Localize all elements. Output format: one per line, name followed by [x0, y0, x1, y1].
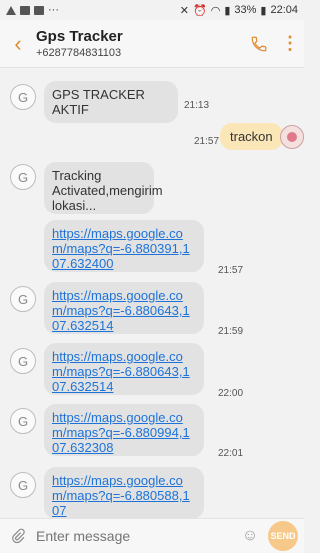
battery-icon: ▮: [260, 4, 267, 17]
more-vert-icon[interactable]: ⋮: [276, 20, 304, 68]
user-avatar[interactable]: [280, 125, 304, 149]
back-arrow-icon[interactable]: ‹: [0, 20, 36, 68]
battery-percent: 33%: [234, 4, 257, 16]
wifi-icon: ◠: [210, 4, 221, 17]
message-bubble-outgoing[interactable]: trackon: [220, 123, 283, 150]
message-bubble-incoming[interactable]: GPS TRACKER AKTIF: [44, 81, 178, 123]
signal-icon: ▮: [224, 4, 231, 17]
message-input[interactable]: [30, 523, 236, 549]
contact-avatar[interactable]: G: [10, 408, 36, 434]
message-link[interactable]: https://maps.google.com/maps?q=-6.880588…: [44, 467, 204, 518]
message-time: 21:57: [194, 136, 220, 147]
contact-number: +6287784831103: [36, 47, 122, 59]
app-bar: ‹ Gps Tracker +6287784831103 ⋮: [0, 20, 304, 68]
composer: ☺ SEND: [0, 518, 304, 553]
message-link[interactable]: https://maps.google.com/maps?q=-6.880643…: [44, 282, 204, 334]
emoji-icon[interactable]: ☺: [236, 527, 264, 545]
message-time: 21:59: [218, 326, 244, 337]
contact-avatar[interactable]: G: [10, 84, 36, 110]
contact-name: Gps Tracker: [36, 28, 123, 45]
contact-avatar[interactable]: G: [10, 164, 36, 190]
status-right: ✕ ⏰ ◠ ▮ 33% ▮ 22:04: [180, 4, 298, 17]
status-bar: ··· ✕ ⏰ ◠ ▮ 33% ▮ 22:04: [0, 0, 304, 20]
more-notifications-icon: ···: [48, 4, 59, 16]
user-avatar-dot: [287, 132, 297, 142]
message-link[interactable]: https://maps.google.com/maps?q=-6.880391…: [44, 220, 204, 272]
message-time: 22:01: [218, 448, 244, 459]
message-link[interactable]: https://maps.google.com/maps?q=-6.880994…: [44, 404, 204, 456]
message-time: 21:57: [218, 265, 244, 276]
contact-avatar[interactable]: G: [10, 348, 36, 374]
app-icon: [34, 5, 44, 15]
send-button[interactable]: SEND: [268, 521, 298, 551]
contact-info[interactable]: Gps Tracker +6287784831103: [36, 28, 242, 59]
contact-avatar[interactable]: G: [10, 286, 36, 312]
phone-icon[interactable]: [242, 20, 276, 68]
notification-icon: [6, 5, 16, 15]
message-time: 21:13: [184, 100, 210, 111]
status-left: ···: [6, 4, 59, 16]
message-bubble-incoming[interactable]: Tracking Activated,mengirim lokasi...: [44, 162, 163, 214]
message-link[interactable]: https://maps.google.com/maps?q=-6.880643…: [44, 343, 204, 395]
message-time: 22:00: [218, 388, 244, 399]
clock: 22:04: [270, 4, 298, 16]
mute-icon: ✕: [179, 4, 189, 17]
alarm-icon: ⏰: [193, 4, 207, 17]
attach-icon[interactable]: [6, 528, 30, 544]
image-icon: [20, 5, 30, 15]
message-list[interactable]: G GPS TRACKER AKTIF 21:13 21:57 trackon …: [0, 68, 304, 518]
contact-avatar[interactable]: G: [10, 472, 36, 498]
